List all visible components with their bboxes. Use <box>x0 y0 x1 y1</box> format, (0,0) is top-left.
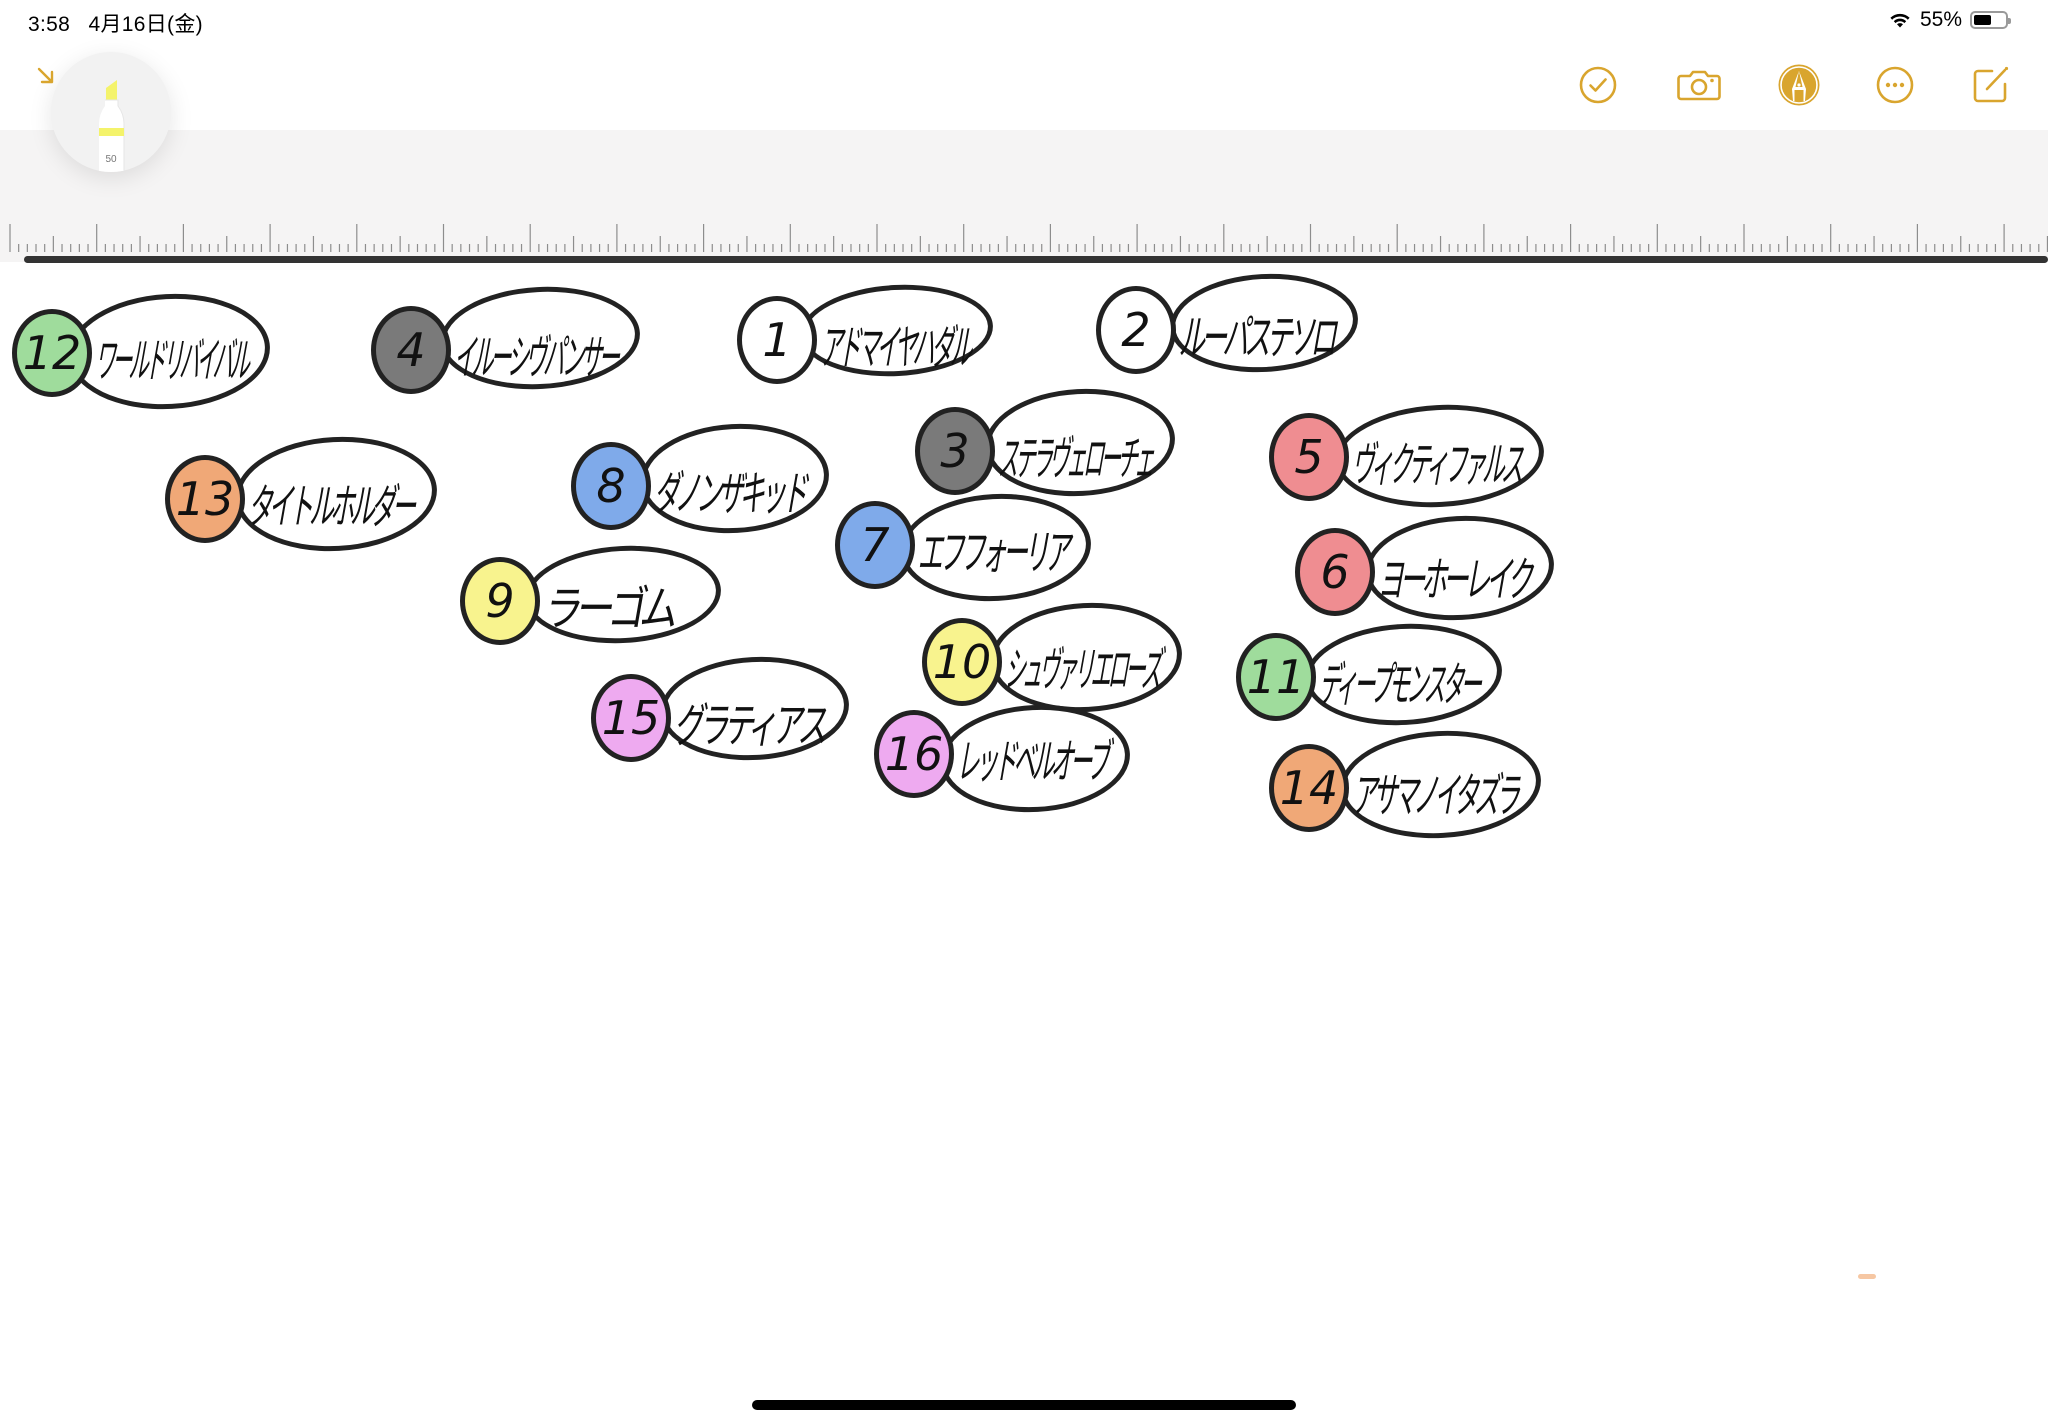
horse-name: ラーゴム <box>540 581 679 637</box>
horse-name: イルーシヴパンサー <box>451 330 624 386</box>
horse-name: エフフォーリア <box>915 525 1074 581</box>
horse-name: ルーパステソロ <box>1176 310 1340 366</box>
horse-name: ダノンザキッド <box>651 466 811 522</box>
horse-number-circle: 3 <box>915 407 995 495</box>
horse-name: シュヴァリエローズ <box>1002 642 1166 698</box>
horse-number-circle: 12 <box>12 309 92 397</box>
horse-number-circle: 7 <box>835 501 915 589</box>
horse-number-circle: 2 <box>1096 286 1176 374</box>
horse-name: アドマイヤハダル <box>817 320 976 376</box>
horse-number-circle: 10 <box>922 618 1002 706</box>
horse-name: ワールドリバイバル <box>92 333 254 389</box>
horse-number-circle: 5 <box>1269 413 1349 501</box>
note-drawing-canvas[interactable]: ワールドリバイバル 12 イルーシヴパンサー 4 アドマイヤハダル 1 ルーパステソロ 2 タイ… <box>0 0 2048 1423</box>
horse-name: ヨーホーレイク <box>1375 552 1536 608</box>
horse-name: グラティアス <box>671 698 830 754</box>
horse-number-circle: 4 <box>371 306 451 394</box>
horse-number-circle: 16 <box>874 710 954 798</box>
horse-name: アサマノイタズラ <box>1349 768 1524 824</box>
horse-name: ステラヴェローチェ <box>995 431 1159 487</box>
horse-name: タイトルホルダー <box>245 479 420 535</box>
horse-name: ヴィクティファルス <box>1349 437 1528 493</box>
horse-name: ディープモンスター <box>1316 657 1486 713</box>
horse-number-circle: 8 <box>571 442 651 530</box>
home-indicator[interactable] <box>752 1400 1296 1410</box>
horse-number-circle: 11 <box>1236 633 1316 721</box>
horse-number-circle: 13 <box>165 455 245 543</box>
horse-name: レッドベルオーブ <box>954 734 1114 790</box>
horse-number-circle: 15 <box>591 674 671 762</box>
horse-number-circle: 6 <box>1295 528 1375 616</box>
stray-highlight-mark <box>1858 1274 1876 1279</box>
horse-number-circle: 1 <box>737 296 817 384</box>
horse-number-circle: 9 <box>460 557 540 645</box>
horse-number-circle: 14 <box>1269 744 1349 832</box>
